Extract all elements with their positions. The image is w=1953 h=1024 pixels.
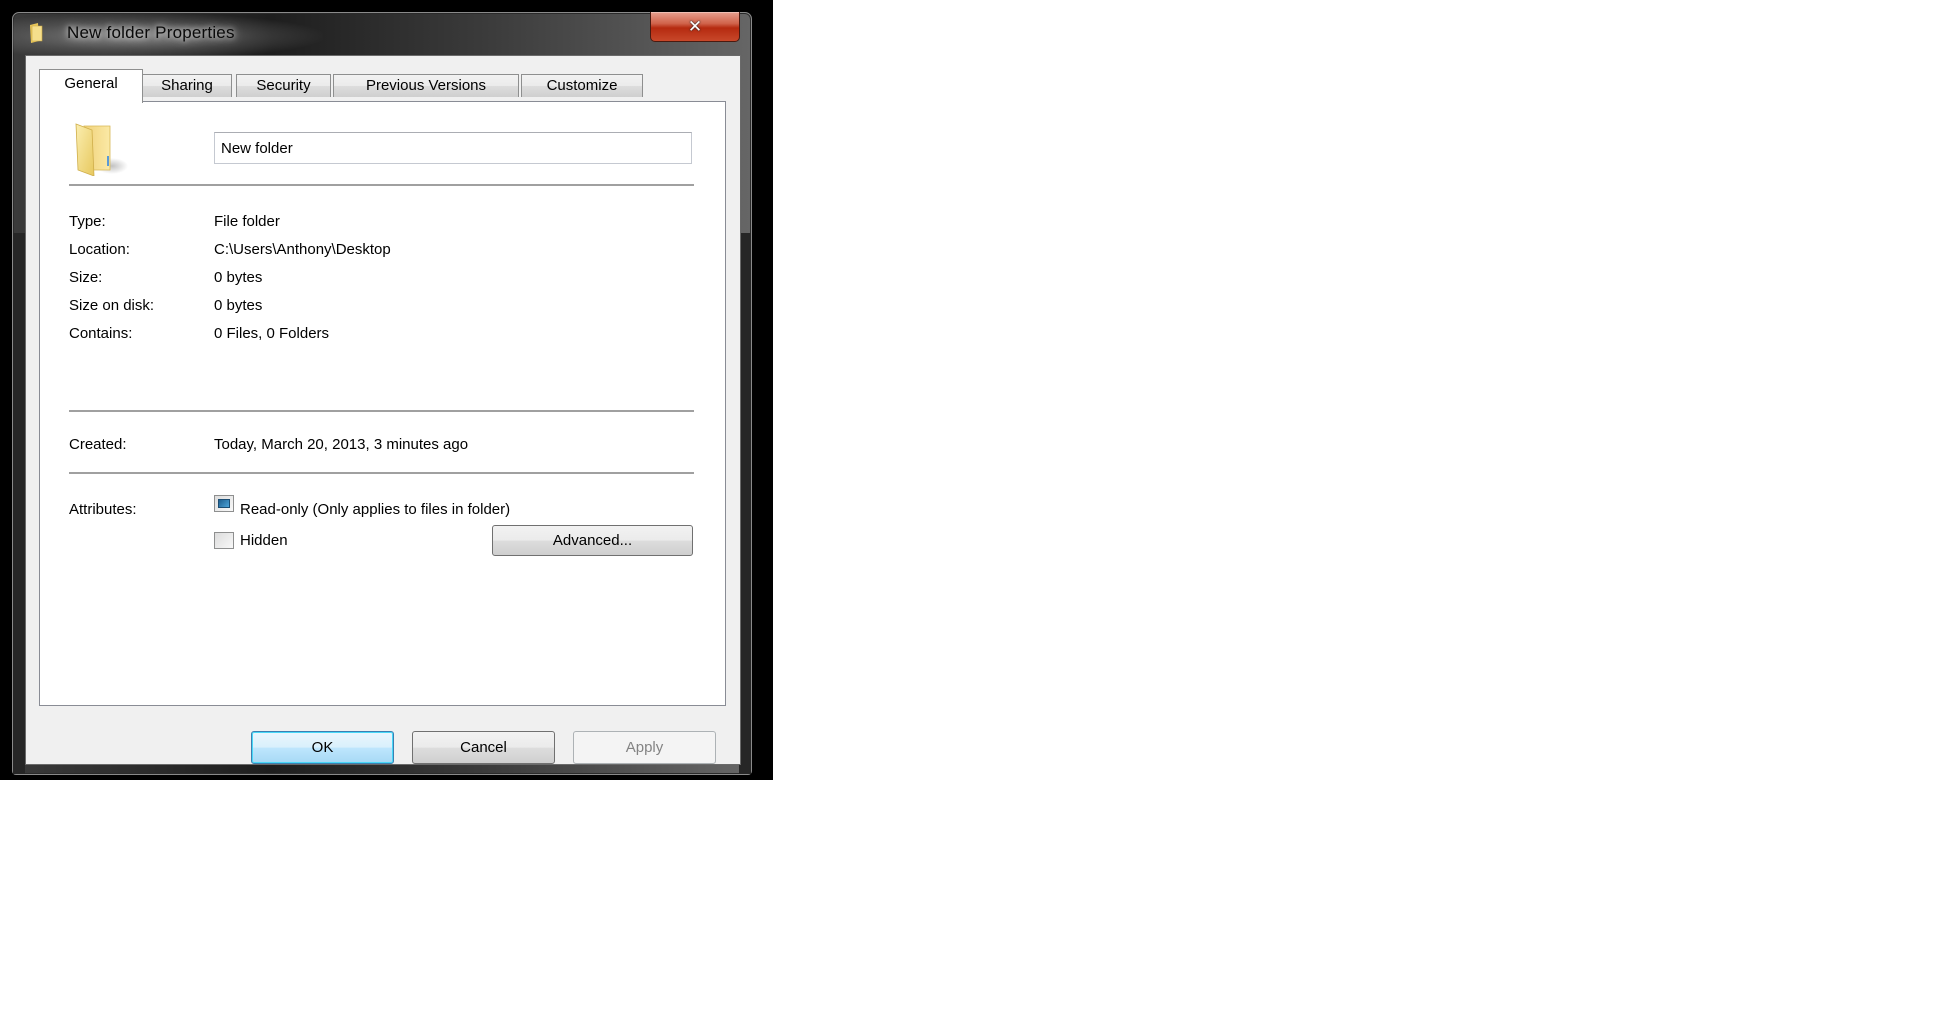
tab-general[interactable]: General	[39, 69, 143, 103]
location-label: Location:	[69, 241, 130, 258]
readonly-label[interactable]: Read-only (Only applies to files in fold…	[240, 501, 510, 518]
created-label: Created:	[69, 436, 127, 453]
ok-button[interactable]: OK	[251, 731, 394, 764]
advanced-button[interactable]: Advanced...	[492, 525, 693, 556]
tab-previous-versions[interactable]: Previous Versions	[333, 74, 519, 97]
type-value: File folder	[214, 213, 280, 230]
readonly-checkbox[interactable]	[214, 495, 234, 512]
hidden-label[interactable]: Hidden	[240, 532, 288, 549]
separator	[69, 184, 694, 186]
size-value: 0 bytes	[214, 269, 263, 286]
cancel-button[interactable]: Cancel	[412, 731, 555, 764]
properties-dialog: New folder Properties ✕ General Sharing …	[12, 12, 752, 775]
contains-label: Contains:	[69, 325, 133, 342]
close-icon: ✕	[687, 16, 703, 37]
separator	[69, 472, 694, 474]
tab-sharing[interactable]: Sharing	[142, 74, 232, 97]
type-label: Type:	[69, 213, 106, 230]
hidden-checkbox[interactable]	[214, 532, 234, 549]
size-on-disk-value: 0 bytes	[214, 297, 263, 314]
window-title: New folder Properties	[67, 23, 235, 42]
folder-name-input[interactable]	[214, 132, 692, 164]
tab-security[interactable]: Security	[236, 74, 331, 97]
contains-value: 0 Files, 0 Folders	[214, 325, 330, 342]
size-label: Size:	[69, 269, 103, 286]
location-value: C:\Users\Anthony\Desktop	[214, 241, 391, 258]
attributes-label: Attributes:	[69, 501, 137, 518]
tab-customize[interactable]: Customize	[521, 74, 643, 97]
folder-icon	[75, 123, 128, 176]
size-on-disk-label: Size on disk:	[69, 297, 155, 314]
close-button[interactable]: ✕	[650, 12, 740, 42]
separator	[69, 410, 694, 412]
dialog-client-area: General Sharing Security Previous Versio…	[25, 55, 741, 765]
folder-icon	[30, 23, 43, 43]
apply-button[interactable]: Apply	[573, 731, 716, 764]
created-value: Today, March 20, 2013, 3 minutes ago	[214, 436, 469, 453]
general-tab-panel: Type: File folder Location: C:\Users\Ant…	[39, 101, 726, 706]
